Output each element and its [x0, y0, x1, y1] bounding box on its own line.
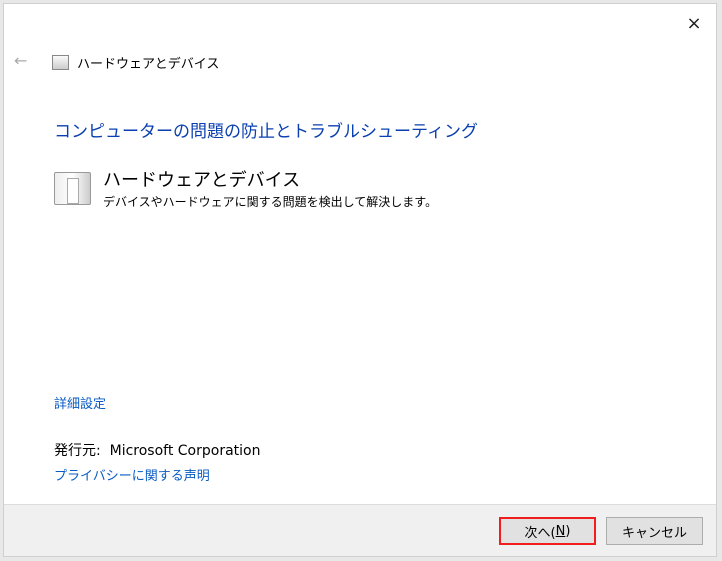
page-title: コンピューターの問題の防止とトラブルシューティング — [54, 122, 478, 142]
close-button[interactable]: × — [682, 12, 706, 36]
item-description: デバイスやハードウェアに関する問題を検出して解決します。 — [103, 195, 438, 209]
privacy-statement-link[interactable]: プライバシーに関する声明 — [54, 465, 210, 484]
publisher-name: Microsoft Corporation — [109, 443, 261, 459]
back-button[interactable]: ← — [14, 51, 27, 70]
next-label-end: ) — [565, 523, 571, 539]
item-title: ハードウェアとデバイス — [103, 170, 301, 191]
troubleshooter-item: ハードウェアとデバイス デバイスやハードウェアに関する問題を検出して解決します。 — [54, 170, 437, 210]
close-icon: × — [686, 13, 702, 34]
header: ハードウェアとデバイス — [52, 53, 219, 72]
header-title: ハードウェアとデバイス — [77, 57, 220, 72]
advanced-settings-link[interactable]: 詳細設定 — [54, 393, 106, 412]
next-accesskey: N — [555, 523, 566, 539]
troubleshooter-window: × ← ハードウェアとデバイス コンピューターの問題の防止とトラブルシューティン… — [3, 3, 717, 557]
cancel-button[interactable]: キャンセル — [606, 517, 703, 545]
publisher: 発行元: Microsoft Corporation — [54, 440, 261, 460]
next-button[interactable]: 次へ(N) — [499, 517, 596, 545]
footer: 次へ(N) キャンセル — [4, 504, 716, 556]
hardware-device-icon — [54, 172, 91, 205]
publisher-label: 発行元: — [54, 443, 101, 459]
back-arrow-icon: ← — [14, 51, 28, 70]
hardware-icon — [52, 55, 69, 70]
next-label: 次へ( — [524, 525, 556, 541]
